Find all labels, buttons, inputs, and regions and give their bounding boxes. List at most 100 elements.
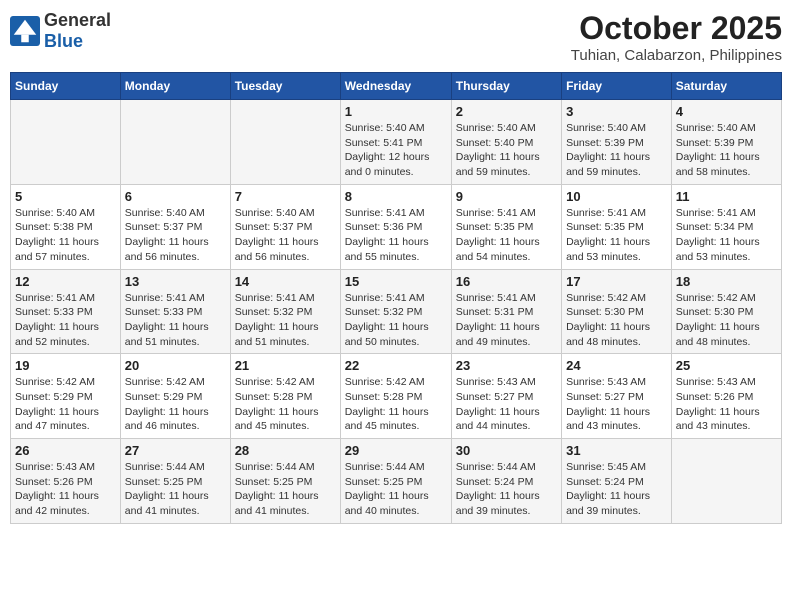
day-info: Sunrise: 5:45 AMSunset: 5:24 PMDaylight:…	[566, 460, 667, 519]
day-number: 7	[235, 189, 336, 204]
logo-general: General	[44, 10, 111, 31]
day-info: Sunrise: 5:40 AMSunset: 5:37 PMDaylight:…	[125, 206, 226, 265]
logo-blue: Blue	[44, 31, 111, 52]
day-cell: 12 Sunrise: 5:41 AMSunset: 5:33 PMDayligh…	[11, 269, 121, 354]
day-cell: 18Sunrise: 5:42 AMSunset: 5:30 PMDayligh…	[671, 269, 781, 354]
page-header: General Blue October 2025 Tuhian, Calaba…	[10, 10, 782, 64]
day-cell	[120, 100, 230, 185]
title-block: October 2025 Tuhian, Calabarzon, Philipp…	[571, 10, 782, 64]
day-cell: 13 Sunrise: 5:41 AMSunset: 5:33 PMDayligh…	[120, 269, 230, 354]
day-cell: 4 Sunrise: 5:40 AMSunset: 5:39 PMDaylight…	[671, 100, 781, 185]
day-info: Sunrise: 5:41 AMSunset: 5:32 PMDaylight:…	[235, 291, 336, 350]
day-cell	[11, 100, 121, 185]
day-number: 2	[456, 104, 557, 119]
day-number: 10	[566, 189, 667, 204]
day-info: Sunrise: 5:40 AMSunset: 5:37 PMDaylight:…	[235, 206, 336, 265]
day-info: Sunrise: 5:43 AMSunset: 5:26 PMDaylight:…	[15, 460, 116, 519]
day-cell: 9 Sunrise: 5:41 AMSunset: 5:35 PMDaylight…	[451, 184, 561, 269]
day-info: Sunrise: 5:42 AMSunset: 5:30 PMDaylight:…	[566, 291, 667, 350]
logo-text: General Blue	[44, 10, 111, 52]
day-number: 20	[125, 358, 226, 373]
calendar-table: SundayMondayTuesdayWednesdayThursdayFrid…	[10, 72, 782, 524]
day-info: Sunrise: 5:44 AMSunset: 5:24 PMDaylight:…	[456, 460, 557, 519]
logo: General Blue	[10, 10, 111, 52]
day-number: 31	[566, 443, 667, 458]
day-cell: 23 Sunrise: 5:43 AMSunset: 5:27 PMDayligh…	[451, 354, 561, 439]
day-info: Sunrise: 5:40 AMSunset: 5:39 PMDaylight:…	[676, 121, 777, 180]
day-number: 11	[676, 189, 777, 204]
day-number: 3	[566, 104, 667, 119]
day-info: Sunrise: 5:41 AMSunset: 5:33 PMDaylight:…	[15, 291, 116, 350]
header-cell-thursday: Thursday	[451, 73, 561, 100]
day-number: 24	[566, 358, 667, 373]
page-title: October 2025	[571, 10, 782, 47]
day-number: 12	[15, 274, 116, 289]
day-number: 16	[456, 274, 557, 289]
day-cell: 5Sunrise: 5:40 AMSunset: 5:38 PMDaylight…	[11, 184, 121, 269]
header-cell-friday: Friday	[562, 73, 672, 100]
day-cell	[230, 100, 340, 185]
day-number: 29	[345, 443, 447, 458]
day-cell: 2 Sunrise: 5:40 AMSunset: 5:40 PMDaylight…	[451, 100, 561, 185]
day-cell: 31 Sunrise: 5:45 AMSunset: 5:24 PMDayligh…	[562, 439, 672, 524]
day-number: 22	[345, 358, 447, 373]
day-cell: 6 Sunrise: 5:40 AMSunset: 5:37 PMDaylight…	[120, 184, 230, 269]
day-number: 14	[235, 274, 336, 289]
day-cell: 27Sunrise: 5:44 AMSunset: 5:25 PMDayligh…	[120, 439, 230, 524]
day-info: Sunrise: 5:44 AMSunset: 5:25 PMDaylight:…	[125, 460, 226, 519]
day-cell	[671, 439, 781, 524]
day-info: Sunrise: 5:43 AMSunset: 5:27 PMDaylight:…	[566, 375, 667, 434]
day-cell: 30 Sunrise: 5:44 AMSunset: 5:24 PMDayligh…	[451, 439, 561, 524]
day-number: 19	[15, 358, 116, 373]
day-number: 23	[456, 358, 557, 373]
day-number: 6	[125, 189, 226, 204]
day-cell: 24 Sunrise: 5:43 AMSunset: 5:27 PMDayligh…	[562, 354, 672, 439]
day-number: 28	[235, 443, 336, 458]
day-cell: 25Sunrise: 5:43 AMSunset: 5:26 PMDayligh…	[671, 354, 781, 439]
day-number: 17	[566, 274, 667, 289]
day-number: 13	[125, 274, 226, 289]
header-cell-wednesday: Wednesday	[340, 73, 451, 100]
day-info: Sunrise: 5:40 AMSunset: 5:40 PMDaylight:…	[456, 121, 557, 180]
week-row-5: 26 Sunrise: 5:43 AMSunset: 5:26 PMDayligh…	[11, 439, 782, 524]
day-info: Sunrise: 5:40 AMSunset: 5:38 PMDaylight:…	[15, 206, 116, 265]
day-number: 15	[345, 274, 447, 289]
day-info: Sunrise: 5:41 AMSunset: 5:34 PMDaylight:…	[676, 206, 777, 265]
header-cell-sunday: Sunday	[11, 73, 121, 100]
day-info: Sunrise: 5:44 AMSunset: 5:25 PMDaylight:…	[235, 460, 336, 519]
day-info: Sunrise: 5:40 AMSunset: 5:41 PMDaylight:…	[345, 121, 447, 180]
day-info: Sunrise: 5:44 AMSunset: 5:25 PMDaylight:…	[345, 460, 447, 519]
day-info: Sunrise: 5:42 AMSunset: 5:30 PMDaylight:…	[676, 291, 777, 350]
day-info: Sunrise: 5:42 AMSunset: 5:29 PMDaylight:…	[125, 375, 226, 434]
logo-icon	[10, 16, 40, 46]
day-cell: 10 Sunrise: 5:41 AMSunset: 5:35 PMDayligh…	[562, 184, 672, 269]
day-cell: 1Sunrise: 5:40 AMSunset: 5:41 PMDaylight…	[340, 100, 451, 185]
header-cell-tuesday: Tuesday	[230, 73, 340, 100]
day-number: 26	[15, 443, 116, 458]
day-info: Sunrise: 5:41 AMSunset: 5:32 PMDaylight:…	[345, 291, 447, 350]
day-number: 9	[456, 189, 557, 204]
day-info: Sunrise: 5:40 AMSunset: 5:39 PMDaylight:…	[566, 121, 667, 180]
day-info: Sunrise: 5:42 AMSunset: 5:29 PMDaylight:…	[15, 375, 116, 434]
day-cell: 7 Sunrise: 5:40 AMSunset: 5:37 PMDaylight…	[230, 184, 340, 269]
day-info: Sunrise: 5:41 AMSunset: 5:35 PMDaylight:…	[566, 206, 667, 265]
day-info: Sunrise: 5:43 AMSunset: 5:27 PMDaylight:…	[456, 375, 557, 434]
day-info: Sunrise: 5:41 AMSunset: 5:33 PMDaylight:…	[125, 291, 226, 350]
day-number: 30	[456, 443, 557, 458]
day-number: 4	[676, 104, 777, 119]
day-cell: 28 Sunrise: 5:44 AMSunset: 5:25 PMDayligh…	[230, 439, 340, 524]
day-cell: 22Sunrise: 5:42 AMSunset: 5:28 PMDayligh…	[340, 354, 451, 439]
day-info: Sunrise: 5:43 AMSunset: 5:26 PMDaylight:…	[676, 375, 777, 434]
day-info: Sunrise: 5:41 AMSunset: 5:36 PMDaylight:…	[345, 206, 447, 265]
day-cell: 29 Sunrise: 5:44 AMSunset: 5:25 PMDayligh…	[340, 439, 451, 524]
day-cell: 3 Sunrise: 5:40 AMSunset: 5:39 PMDaylight…	[562, 100, 672, 185]
day-info: Sunrise: 5:41 AMSunset: 5:35 PMDaylight:…	[456, 206, 557, 265]
day-cell: 16Sunrise: 5:41 AMSunset: 5:31 PMDayligh…	[451, 269, 561, 354]
day-cell: 21Sunrise: 5:42 AMSunset: 5:28 PMDayligh…	[230, 354, 340, 439]
day-cell: 8Sunrise: 5:41 AMSunset: 5:36 PMDaylight…	[340, 184, 451, 269]
day-cell: 14 Sunrise: 5:41 AMSunset: 5:32 PMDayligh…	[230, 269, 340, 354]
week-row-2: 5Sunrise: 5:40 AMSunset: 5:38 PMDaylight…	[11, 184, 782, 269]
day-cell: 15 Sunrise: 5:41 AMSunset: 5:32 PMDayligh…	[340, 269, 451, 354]
day-cell: 26 Sunrise: 5:43 AMSunset: 5:26 PMDayligh…	[11, 439, 121, 524]
page-subtitle: Tuhian, Calabarzon, Philippines	[571, 47, 782, 64]
